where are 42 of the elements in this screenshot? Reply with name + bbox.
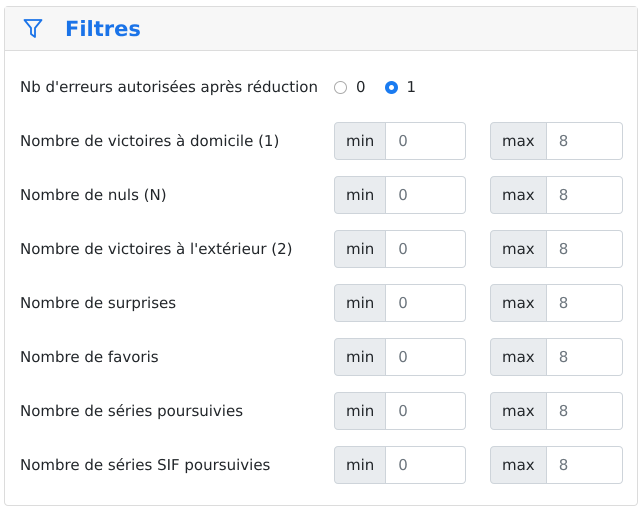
input-field[interactable]: 8 [546, 338, 623, 376]
input-addon: min [334, 338, 386, 376]
field-label: Nb d'erreurs autorisées après réduction [20, 78, 319, 96]
input-addon: min [334, 176, 386, 214]
input-addon: max [490, 446, 547, 484]
field-label: Nombre de séries poursuivies [20, 402, 244, 420]
input-field[interactable]: 8 [546, 392, 623, 430]
radio-button[interactable] [334, 80, 347, 94]
input-addon: max [490, 392, 547, 430]
input-field[interactable]: 0 [386, 122, 466, 160]
field-label: Nombre de surprises [20, 294, 178, 312]
input-addon: max [490, 176, 547, 214]
input-field[interactable]: 0 [386, 392, 466, 430]
input-addon: min [334, 392, 386, 430]
filter-icon [23, 18, 43, 40]
input-field[interactable]: 0 [386, 284, 466, 322]
input-field[interactable]: 8 [546, 176, 623, 214]
input-field[interactable]: 8 [546, 446, 623, 484]
field-label: Nombre de nuls (N) [20, 186, 168, 204]
field-label: Nombre de victoires à l'extérieur (2) [20, 240, 294, 258]
input-field[interactable]: 8 [546, 284, 623, 322]
radio-label[interactable]: 0 [356, 78, 366, 96]
input-field[interactable]: 0 [386, 338, 466, 376]
input-field[interactable]: 8 [546, 122, 623, 160]
card-title: Filtres [65, 16, 141, 40]
radio-button[interactable] [384, 80, 398, 94]
input-field[interactable]: 0 [386, 446, 466, 484]
field-label: Nombre de favoris [20, 348, 160, 366]
input-addon: min [334, 446, 386, 484]
input-addon: max [490, 284, 547, 322]
input-addon: max [490, 338, 547, 376]
input-addon: min [334, 284, 386, 322]
radio-label[interactable]: 1 [406, 78, 416, 96]
input-field[interactable]: 0 [386, 176, 466, 214]
field-label: Nombre de séries SIF poursuivies [20, 456, 272, 474]
input-field[interactable]: 8 [546, 230, 623, 268]
field-label: Nombre de victoires à domicile (1) [20, 132, 280, 150]
input-addon: min [334, 230, 386, 268]
input-addon: min [334, 122, 386, 160]
input-field[interactable]: 0 [386, 230, 466, 268]
input-addon: max [490, 230, 547, 268]
input-addon: max [490, 122, 547, 160]
